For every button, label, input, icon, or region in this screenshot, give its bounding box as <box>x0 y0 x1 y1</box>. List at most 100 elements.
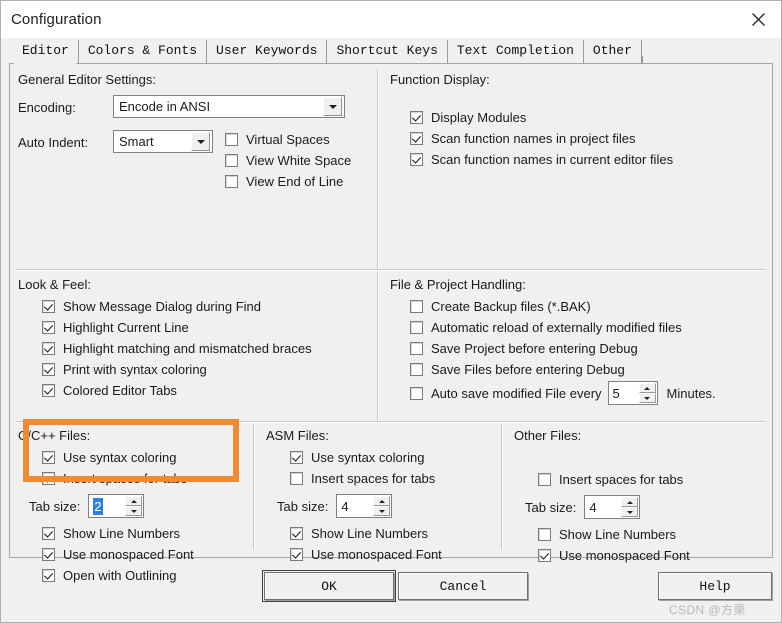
checkbox-label: Colored Editor Tabs <box>63 383 177 398</box>
stepper-buttons[interactable] <box>638 383 656 403</box>
other-files-title: Other Files: <box>514 428 582 443</box>
checkbox-box <box>410 132 423 145</box>
checkbox-print-with-syntax-coloring[interactable]: Print with syntax coloring <box>42 359 368 380</box>
editor-tab-panel: General Editor Settings: Encoding: Encod… <box>9 63 773 583</box>
checkbox-view-end-of-line[interactable]: View End of Line <box>225 171 351 192</box>
tab-other[interactable]: Other <box>583 39 642 63</box>
function-display-group: Function Display: Display Modules Scan f… <box>390 72 760 170</box>
checkbox-box <box>410 363 423 376</box>
checkbox-label: Auto save modified File every <box>431 385 602 401</box>
checkbox-box <box>410 300 423 313</box>
checkbox-box <box>410 342 423 355</box>
checkbox-other-insert-spaces-for-tabs[interactable]: Insert spaces for tabs <box>538 469 754 490</box>
asm-tab-size-label: Tab size: <box>277 498 329 514</box>
checkbox-box <box>42 451 55 464</box>
checkbox-box <box>42 527 55 540</box>
stepper-down-icon[interactable] <box>125 506 143 516</box>
asm-files-title: ASM Files: <box>266 428 329 443</box>
stepper-down-icon[interactable] <box>373 506 391 516</box>
autosave-minutes-stepper[interactable]: 5 <box>607 381 658 405</box>
checkbox-asm-insert-spaces-for-tabs[interactable]: Insert spaces for tabs <box>290 468 496 489</box>
stepper-up-icon[interactable] <box>373 496 391 506</box>
stepper-buttons[interactable] <box>373 496 391 516</box>
close-icon[interactable] <box>735 1 781 37</box>
checkbox-box <box>42 363 55 376</box>
general-editor-settings-group: General Editor Settings: Encoding: Encod… <box>18 72 368 202</box>
checkbox-label: Use monospaced Font <box>63 547 194 562</box>
checkbox-label: Save Files before entering Debug <box>431 362 625 377</box>
checkbox-scan-current-editor-files[interactable]: Scan function names in current editor fi… <box>410 149 760 170</box>
checkbox-label: Show Line Numbers <box>311 526 429 541</box>
tab-colors-and-fonts[interactable]: Colors & Fonts <box>78 39 208 63</box>
checkbox-asm-use-syntax-coloring[interactable]: Use syntax coloring <box>290 447 496 468</box>
stepper-buttons[interactable] <box>621 497 639 517</box>
cpp-tab-size-value-wrap[interactable]: 2 <box>89 495 125 517</box>
checkbox-label: Show Line Numbers <box>63 526 181 541</box>
checkbox-label: Show Line Numbers <box>559 527 677 542</box>
file-project-handling-title: File & Project Handling: <box>390 277 526 292</box>
checkbox-box <box>42 321 55 334</box>
checkbox-box <box>290 548 303 561</box>
checkbox-auto-save-modified-file[interactable]: Auto save modified File every 5 Minutes. <box>410 380 765 406</box>
checkbox-scan-project-files[interactable]: Scan function names in project files <box>410 128 760 149</box>
checkbox-cpp-insert-spaces-for-tabs[interactable]: Insert spaces for tabs <box>42 468 248 489</box>
other-tab-size-stepper[interactable]: 4 <box>584 495 641 519</box>
checkbox-other-show-line-numbers[interactable]: Show Line Numbers <box>538 524 754 545</box>
stepper-up-icon[interactable] <box>125 496 143 506</box>
ok-button[interactable]: OK <box>262 570 396 602</box>
checkbox-box <box>410 386 423 400</box>
tab-editor[interactable]: Editor <box>13 39 79 63</box>
window-title: Configuration <box>11 11 102 28</box>
cpp-tab-size-label: Tab size: <box>29 498 81 514</box>
cancel-button[interactable]: Cancel <box>398 572 528 600</box>
checkbox-box <box>42 548 55 561</box>
tab-shortcut-keys[interactable]: Shortcut Keys <box>327 39 448 63</box>
file-project-handling-group: File & Project Handling: Create Backup f… <box>390 277 765 406</box>
checkbox-cpp-show-line-numbers[interactable]: Show Line Numbers <box>42 523 248 544</box>
checkbox-label: View End of Line <box>246 174 344 189</box>
encoding-label: Encoding: <box>18 100 76 115</box>
checkbox-save-project-before-debug[interactable]: Save Project before entering Debug <box>410 338 765 359</box>
stepper-up-icon[interactable] <box>638 383 656 393</box>
checkbox-virtual-spaces[interactable]: Virtual Spaces <box>225 129 351 150</box>
auto-indent-value: Smart <box>119 134 154 149</box>
checkbox-label: Use monospaced Font <box>311 547 442 562</box>
asm-tab-size-value: 4 <box>341 498 349 514</box>
checkbox-highlight-braces[interactable]: Highlight matching and mismatched braces <box>42 338 368 359</box>
checkbox-view-white-space[interactable]: View White Space <box>225 150 351 171</box>
checkbox-cpp-use-syntax-coloring[interactable]: Use syntax coloring <box>42 447 248 468</box>
look-and-feel-group: Look & Feel: Show Message Dialog during … <box>18 277 368 401</box>
checkbox-colored-editor-tabs[interactable]: Colored Editor Tabs <box>42 380 368 401</box>
chevron-down-icon[interactable] <box>191 132 210 151</box>
stepper-down-icon[interactable] <box>638 393 656 403</box>
checkbox-label: Highlight Current Line <box>63 320 189 335</box>
divider-vertical-middle <box>377 272 379 420</box>
autosave-minutes-value: 5 <box>612 385 620 401</box>
checkbox-highlight-current-line[interactable]: Highlight Current Line <box>42 317 368 338</box>
checkbox-display-modules[interactable]: Display Modules <box>410 107 760 128</box>
checkbox-label: Automatic reload of externally modified … <box>431 320 682 335</box>
checkbox-create-backup-files[interactable]: Create Backup files (*.BAK) <box>410 296 765 317</box>
help-button[interactable]: Help <box>658 572 772 600</box>
divider-horizontal-upper <box>16 269 766 271</box>
asm-tab-size-stepper[interactable]: 4 <box>336 494 393 518</box>
other-files-group: Other Files: Insert spaces for tabs Tab … <box>514 428 754 566</box>
cpp-tab-size-stepper[interactable]: 2 <box>88 494 145 518</box>
checkbox-asm-show-line-numbers[interactable]: Show Line Numbers <box>290 523 496 544</box>
checkbox-box <box>42 342 55 355</box>
encoding-combobox[interactable]: Encode in ANSI <box>113 95 345 118</box>
checkbox-label: Display Modules <box>431 110 527 125</box>
stepper-up-icon[interactable] <box>621 497 639 507</box>
auto-indent-combobox[interactable]: Smart <box>113 130 213 153</box>
checkbox-save-files-before-debug[interactable]: Save Files before entering Debug <box>410 359 765 380</box>
tab-user-keywords[interactable]: User Keywords <box>207 39 328 63</box>
chevron-down-icon[interactable] <box>323 97 342 116</box>
checkbox-box <box>42 472 55 485</box>
checkbox-automatic-reload[interactable]: Automatic reload of externally modified … <box>410 317 765 338</box>
stepper-buttons[interactable] <box>125 496 143 516</box>
divider-vertical-bottom-left <box>253 424 255 550</box>
checkbox-label: Use syntax coloring <box>311 450 425 465</box>
stepper-down-icon[interactable] <box>621 507 639 517</box>
checkbox-show-message-dialog-during-find[interactable]: Show Message Dialog during Find <box>42 296 368 317</box>
tab-text-completion[interactable]: Text Completion <box>447 39 584 63</box>
